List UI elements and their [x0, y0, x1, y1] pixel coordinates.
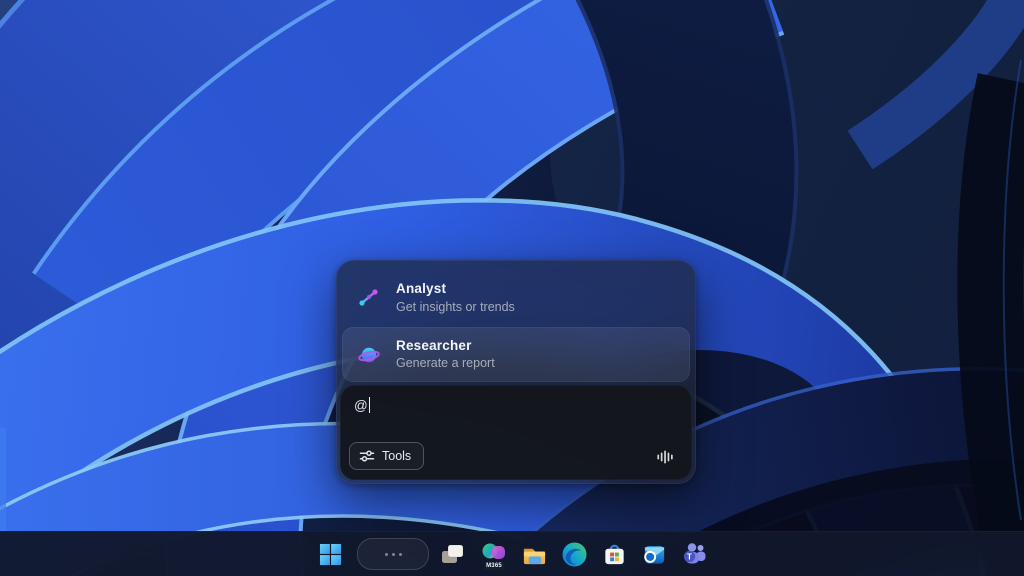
file-explorer-button[interactable]: [514, 534, 554, 574]
start-button[interactable]: [310, 534, 350, 574]
taskbar-items: M365: [310, 532, 714, 576]
suggestion-researcher[interactable]: Researcher Generate a report: [342, 327, 690, 382]
m365-copilot-button[interactable]: M365: [474, 534, 514, 574]
desktop: Analyst Get insights or trends Researche…: [0, 0, 1024, 576]
trend-scatter-icon: [356, 285, 382, 311]
store-button[interactable]: [594, 534, 634, 574]
windows-logo-icon: [319, 543, 342, 566]
svg-text:T: T: [687, 552, 692, 561]
text-cursor: [369, 397, 371, 413]
m365-badge: M365: [484, 563, 504, 570]
outlook-button[interactable]: [634, 534, 674, 574]
tools-label: Tools: [382, 449, 411, 463]
suggestion-subtitle: Generate a report: [396, 356, 495, 371]
search-pill-dots-icon: [385, 553, 388, 556]
suggestion-subtitle: Get insights or trends: [396, 300, 515, 315]
copilot-input[interactable]: @: [354, 397, 370, 413]
suggestion-text: Researcher Generate a report: [396, 338, 495, 372]
suggestion-text: Analyst Get insights or trends: [396, 281, 515, 315]
suggestion-title: Researcher: [396, 338, 495, 355]
copilot-flyout: Analyst Get insights or trends Researche…: [336, 260, 696, 484]
microsoft-store-icon: [601, 541, 628, 568]
file-explorer-icon: [521, 541, 548, 568]
task-view-button[interactable]: [432, 534, 472, 574]
voice-waveform-icon[interactable]: [656, 448, 674, 466]
suggestion-title: Analyst: [396, 281, 515, 298]
task-view-icon: [439, 541, 466, 568]
input-text: @: [354, 398, 368, 413]
tools-button[interactable]: Tools: [349, 442, 424, 470]
copilot-input-card[interactable]: @ Tools: [340, 385, 692, 480]
edge-button[interactable]: [554, 534, 594, 574]
teams-button[interactable]: T: [674, 534, 714, 574]
taskbar: M365: [0, 531, 1024, 576]
taskbar-search-pill[interactable]: [357, 538, 429, 570]
suggestion-analyst[interactable]: Analyst Get insights or trends: [343, 272, 689, 324]
search-pill-dots-icon: [399, 553, 402, 556]
sliders-icon: [359, 449, 375, 463]
teams-icon: T: [680, 541, 708, 568]
outlook-icon: [641, 541, 668, 568]
search-pill-dots-icon: [392, 553, 395, 556]
planet-icon: [356, 342, 382, 368]
edge-icon: [561, 541, 588, 568]
